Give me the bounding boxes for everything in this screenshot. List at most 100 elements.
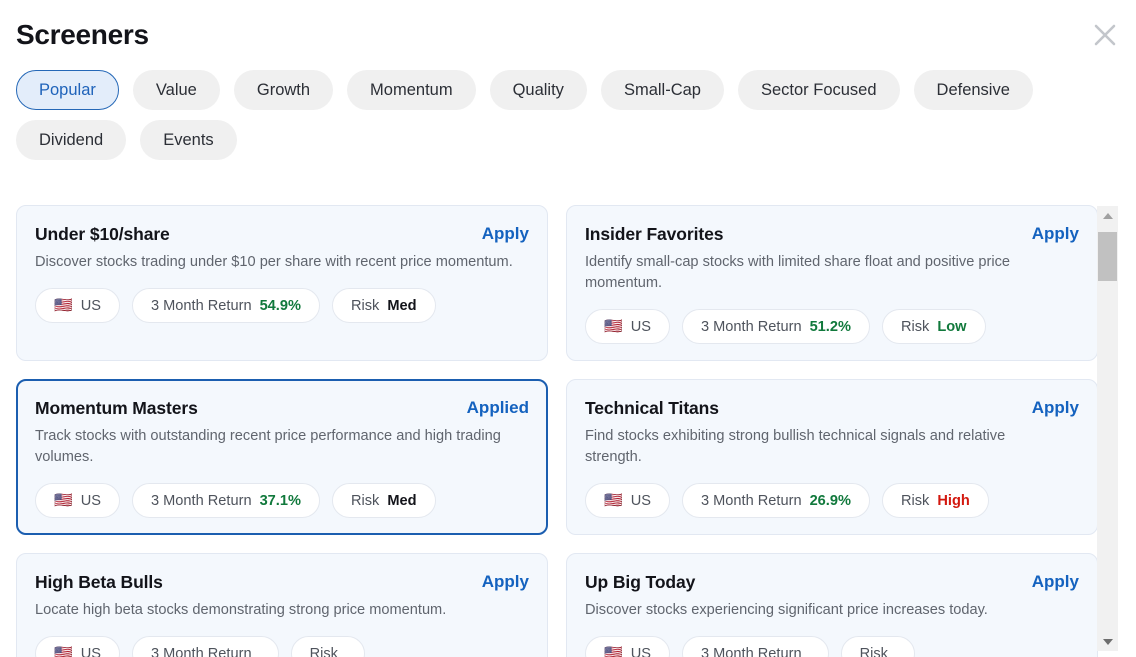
modal-header: Screeners [0,0,1136,52]
card-title: Under $10/share [35,224,170,244]
screener-card[interactable]: Under $10/share Apply Discover stocks trad… [16,205,548,361]
scroll-down-arrow-icon [1102,638,1113,645]
return-chip: 3 Month Return 37.1% [131,483,320,518]
apply-button[interactable]: Apply [1020,223,1079,245]
us-flag-icon: 🇺🇸 [54,297,73,314]
return-label: 3 Month Return [700,645,802,657]
us-flag-icon: 🇺🇸 [54,492,73,509]
return-value: 37.1% [259,492,301,509]
card-chips: 🇺🇸 US 3 Month Return 26.9% Risk High [585,483,1079,518]
us-flag-icon: 🇺🇸 [604,318,623,335]
us-flag-icon: 🇺🇸 [54,645,73,657]
scroll-down-button[interactable] [1097,632,1118,651]
return-label: 3 Month Return [700,318,802,335]
vertical-scrollbar[interactable] [1097,206,1118,651]
card-chips: 🇺🇸 US 3 Month Return Risk [35,636,529,657]
screener-card[interactable]: Insider Favorites Apply Identify small-cap… [566,205,1098,361]
screeners-modal: Screeners Popular Value Growth Momentum Qual… [0,0,1136,657]
us-flag-icon: 🇺🇸 [604,645,623,657]
return-label: 3 Month Return [150,492,252,509]
card-chips: 🇺🇸 US 3 Month Return Risk [585,636,1079,657]
card-chips: 🇺🇸 US 3 Month Return 54.9% Risk Med [35,288,529,323]
risk-label: Risk [350,492,380,509]
card-header: Technical Titans Apply [585,397,1079,419]
card-header: High Beta Bulls Apply [35,571,529,593]
region-chip: 🇺🇸 US [585,483,670,518]
return-chip: 3 Month Return [681,636,829,657]
region-label: US [80,645,101,657]
tab-growth[interactable]: Growth [233,70,334,110]
risk-label: Risk [900,492,930,509]
apply-button[interactable]: Apply [470,223,529,245]
region-label: US [630,645,651,657]
tab-value[interactable]: Value [132,70,220,110]
tab-small-cap[interactable]: Small-Cap [600,70,724,110]
card-header: Momentum Masters Applied [35,397,529,419]
tab-events[interactable]: Events [140,120,237,160]
region-chip: 🇺🇸 US [35,636,120,657]
region-label: US [630,318,651,335]
card-title: Insider Favorites [585,224,724,244]
close-button[interactable] [1088,18,1122,52]
region-chip: 🇺🇸 US [585,636,670,657]
screener-card[interactable]: Up Big Today Apply Discover stocks experie… [566,553,1098,657]
risk-value: Med [387,297,417,314]
risk-label: Risk [900,318,930,335]
card-header: Under $10/share Apply [35,223,529,245]
screener-card[interactable]: High Beta Bulls Apply Locate high beta sto… [16,553,548,657]
tab-quality[interactable]: Quality [489,70,587,110]
scrollbar-thumb[interactable] [1098,232,1117,281]
scroll-up-arrow-icon [1102,212,1113,219]
card-description: Discover stocks trading under $10 per sh… [35,254,513,270]
apply-button[interactable]: Apply [1020,397,1079,419]
tab-popular[interactable]: Popular [16,70,119,110]
scroll-up-button[interactable] [1097,206,1118,225]
risk-value: Low [937,318,967,335]
risk-chip: Risk [290,636,365,657]
region-label: US [630,492,651,509]
card-title: Technical Titans [585,398,719,418]
region-chip: 🇺🇸 US [35,288,120,323]
close-icon [1092,22,1118,48]
card-header: Insider Favorites Apply [585,223,1079,245]
card-description: Find stocks exhibiting strong bullish te… [585,428,1006,465]
apply-button[interactable]: Apply [470,571,529,593]
screener-cards-viewport: Under $10/share Apply Discover stocks trad… [0,196,1118,657]
return-label: 3 Month Return [150,645,252,657]
region-chip: 🇺🇸 US [35,483,120,518]
region-label: US [80,492,101,509]
card-title: Up Big Today [585,572,696,592]
applied-status[interactable]: Applied [455,397,529,419]
card-description: Identify small-cap stocks with limited s… [585,254,1011,291]
card-title: Momentum Masters [35,398,198,418]
card-title: High Beta Bulls [35,572,163,592]
tab-dividend[interactable]: Dividend [16,120,127,160]
return-chip: 3 Month Return 26.9% [681,483,870,518]
tab-sector-focused[interactable]: Sector Focused [737,70,900,110]
risk-chip: Risk [840,636,915,657]
tab-defensive[interactable]: Defensive [913,70,1033,110]
screener-card[interactable]: Technical Titans Apply Find stocks exhibit… [566,379,1098,535]
risk-chip: Risk Low [881,309,986,344]
return-chip: 3 Month Return 54.9% [131,288,320,323]
card-chips: 🇺🇸 US 3 Month Return 51.2% Risk Low [585,309,1079,344]
risk-label: Risk [309,645,338,657]
card-description: Locate high beta stocks demonstrating st… [35,602,447,618]
screener-card[interactable]: Momentum Masters Applied Track stocks with… [16,379,548,535]
return-chip: 3 Month Return 51.2% [681,309,870,344]
region-chip: 🇺🇸 US [585,309,670,344]
category-tabs: Popular Value Growth Momentum Quality Small-C… [0,52,1104,160]
risk-value: High [937,492,970,509]
risk-chip: Risk Med [331,288,436,323]
card-description: Discover stocks experiencing significant… [585,602,988,618]
return-value: 51.2% [809,318,851,335]
tab-momentum[interactable]: Momentum [347,70,476,110]
us-flag-icon: 🇺🇸 [604,492,623,509]
region-label: US [80,297,101,314]
risk-chip: Risk Med [331,483,436,518]
return-chip: 3 Month Return [131,636,279,657]
apply-button[interactable]: Apply [1020,571,1079,593]
card-header: Up Big Today Apply [585,571,1079,593]
return-label: 3 Month Return [700,492,802,509]
card-chips: 🇺🇸 US 3 Month Return 37.1% Risk Med [35,483,529,518]
